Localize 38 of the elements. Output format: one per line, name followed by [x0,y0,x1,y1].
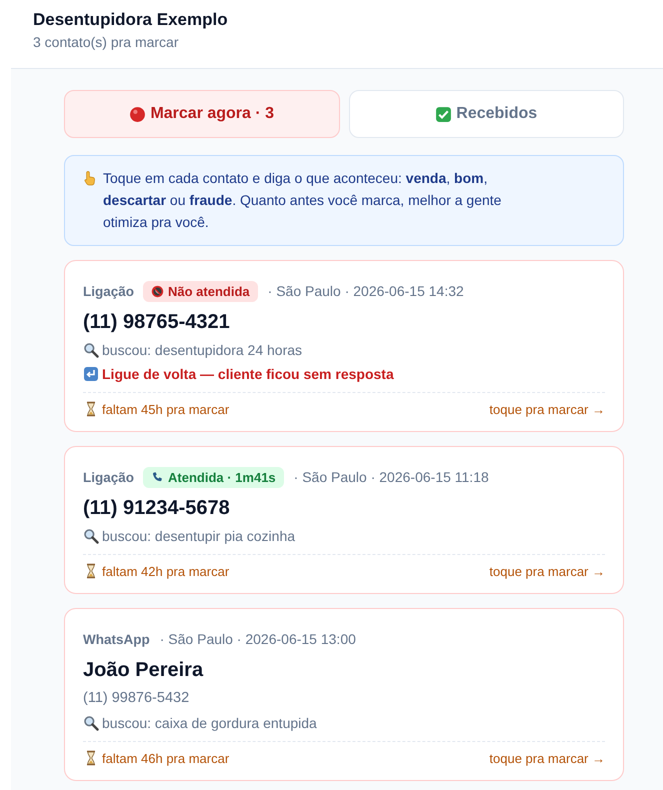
contact-title: (11) 98765-4321 [83,310,231,335]
search-query: buscou: desentupir pia cozinha [102,527,296,546]
status-badge: Não atendida [143,280,258,302]
magnifier-icon [83,715,99,731]
location-date: · São Paulo · 2026-06-15 11:18 [294,469,489,485]
channel-label: Ligação [83,470,134,484]
page-subtitle: 3 contato(s) pra marcar [33,33,180,52]
mark-link[interactable]: toque pra marcar → [489,402,605,416]
contact-card[interactable]: WhatsApp · São Paulo · 2026-06-15 13:00 João Pereira (11) 99876-5432 buscou: caixa de gordura entupida faltam 46h pra marcar toque pra marcar → [64,608,624,781]
contact-title: (11) 91234-5678 [83,496,231,521]
search-query: buscou: caixa de gordura entupida [102,714,317,733]
callback-message: Ligue de volta — cliente ficou sem resposta [102,365,394,384]
circle-icon [129,106,146,122]
status-badge: Atendida · 1m41s [143,466,284,488]
contact-card[interactable]: Ligação Atendida · 1m41s · São Paulo · 2026-06-15 11:18 (11) 91234-5678 buscou: desentupir pia cozinha faltam 42h pra marcar toque pra marcar → [64,446,624,594]
search-query: buscou: desentupidora 24 horas [102,341,302,360]
phone-number: (11) 99876-5432 [83,689,190,708]
pointing-hand-icon [82,170,98,186]
magnifier-icon [83,342,99,358]
magnifier-icon [83,528,99,544]
channel-label: Ligação [83,284,134,298]
deadline-text: faltam 45h pra marcar [102,402,230,416]
phone-icon [151,470,164,484]
channel-label: WhatsApp [83,632,150,646]
contact-card[interactable]: Ligação Não atendida · São Paulo · 2026-06-15 14:32 (11) 98765-4321 buscou: desentupidora 24 horas Ligue de volta — cliente ficou sem resposta faltam 45h pra marcar toque pra marcar → [64,260,624,432]
contact-title: João Pereira [83,658,204,683]
location-date: · São Paulo · 2026-06-15 13:00 [160,631,356,647]
check-mark-icon [435,106,452,122]
tab[interactable]: Recebidos [348,90,624,138]
location-date: · São Paulo · 2026-06-15 14:32 [268,283,464,299]
no-phone-icon [151,284,164,298]
deadline-text: faltam 42h pra marcar [102,564,230,578]
page-title: Desentupidora Exemplo [33,9,229,31]
info-text: Toque em cada contato e diga o que aconteceu: venda, bom, descartar ou fraude. Quanto antes você marca, melhor a gente otimiza pra você. [103,169,502,232]
mark-link[interactable]: toque pra marcar → [489,750,605,766]
tab[interactable]: Marcar agora · 3 [64,90,340,138]
deadline-text: faltam 46h pra marcar [102,750,230,766]
mark-link[interactable]: toque pra marcar → [489,564,605,578]
